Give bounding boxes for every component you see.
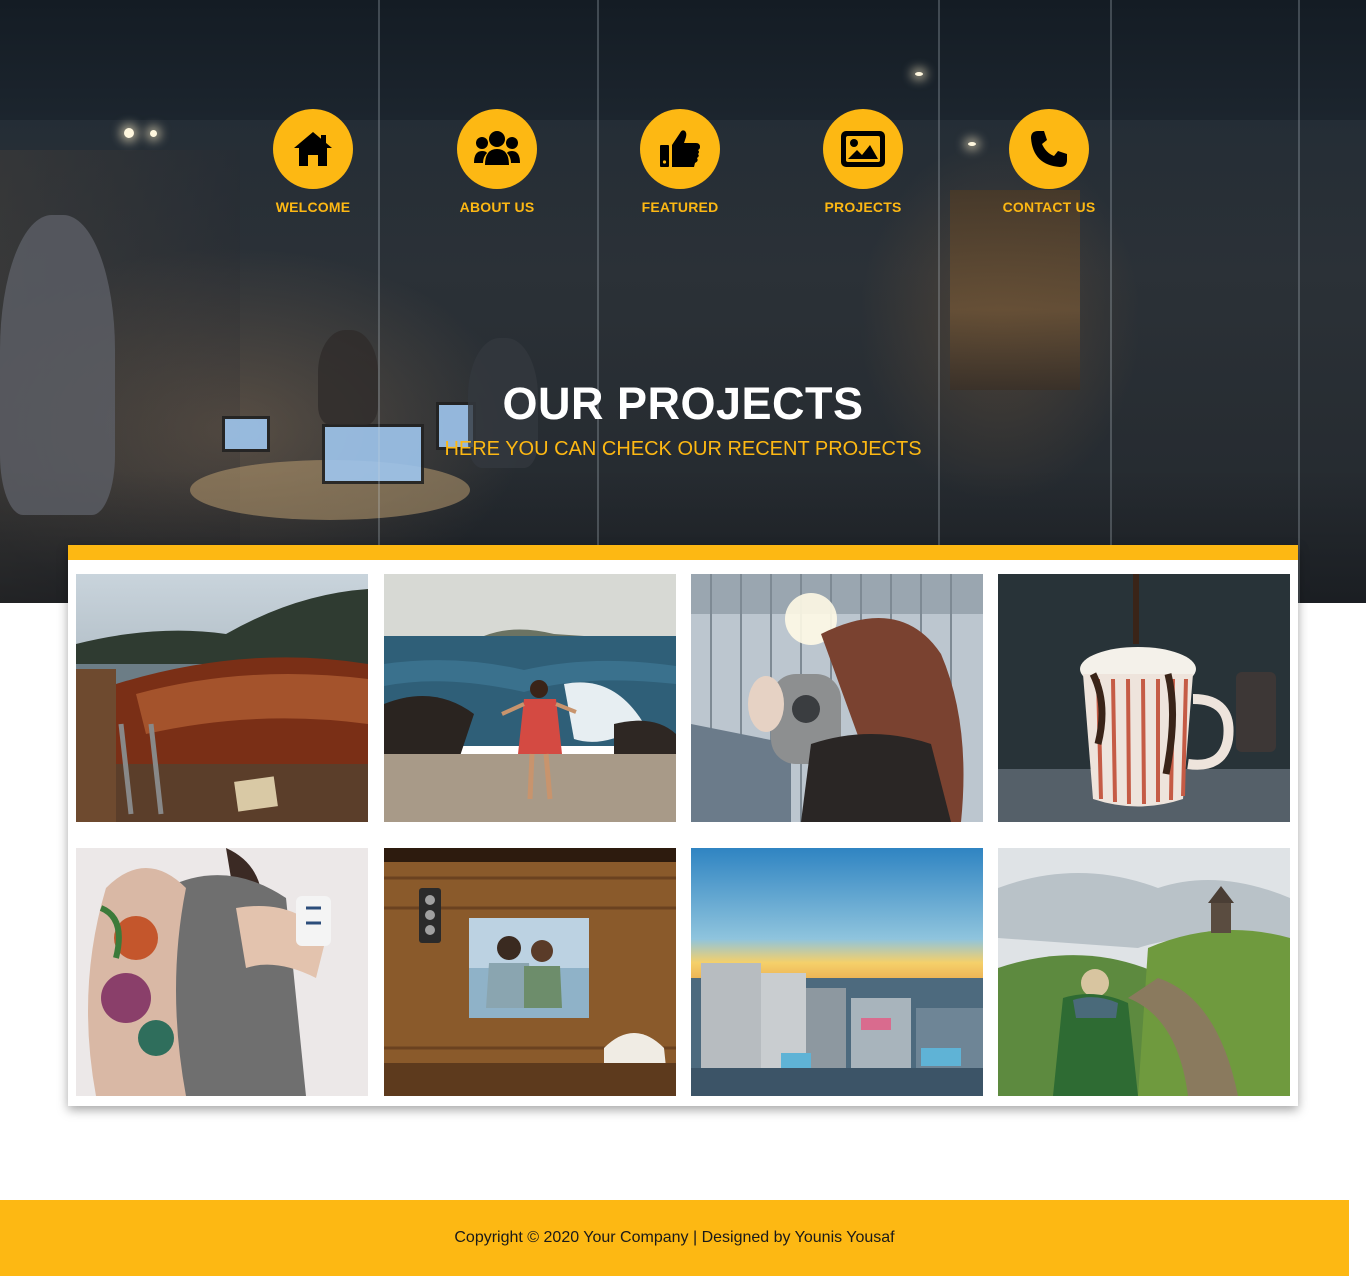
gallery-item-boat[interactable] <box>76 574 368 822</box>
image-icon <box>823 109 903 189</box>
hero-glass-pane <box>1298 0 1300 603</box>
gallery-item-hot-chocolate[interactable] <box>998 574 1290 822</box>
nav-label-welcome: WELCOME <box>275 199 351 215</box>
nav-item-featured[interactable]: FEATURED <box>610 109 750 215</box>
project-gallery <box>68 545 1298 1106</box>
nav-label-contact-us: CONTACT US <box>1002 199 1096 215</box>
hero-glass-pane <box>597 0 599 603</box>
nav-label-featured: FEATURED <box>641 199 719 215</box>
gallery-item-hiker[interactable] <box>998 848 1290 1096</box>
home-icon <box>273 109 353 189</box>
hero-ceiling-light <box>124 128 134 138</box>
nav-label-projects: PROJECTS <box>824 199 902 215</box>
nav-item-about-us[interactable]: ABOUT US <box>427 109 567 215</box>
hero-glass-pane <box>378 0 380 603</box>
hero-glass-pane <box>1110 0 1112 603</box>
thumbs-up-icon <box>640 109 720 189</box>
hero-ceiling <box>0 0 1366 120</box>
gallery-item-cabin-window[interactable] <box>384 848 676 1096</box>
nav-item-welcome[interactable]: WELCOME <box>243 109 383 215</box>
users-icon <box>457 109 537 189</box>
phone-icon <box>1009 109 1089 189</box>
hero-person <box>0 215 115 515</box>
page-subtitle: HERE YOU CAN CHECK OUR RECENT PROJECTS <box>444 438 922 460</box>
hero-corridor <box>950 190 1080 390</box>
gallery-item-tattoo[interactable] <box>76 848 368 1096</box>
hero-ceiling-light <box>968 142 976 146</box>
copyright-text: Copyright © 2020 Your Company | Designed… <box>454 1229 895 1246</box>
hero-glass-pane <box>938 0 940 603</box>
nav-label-about-us: ABOUT US <box>459 199 535 215</box>
nav-item-contact-us[interactable]: CONTACT US <box>979 109 1119 215</box>
hero-banner <box>0 0 1366 603</box>
footer: Copyright © 2020 Your Company | Designed… <box>0 1200 1349 1276</box>
gallery-item-city-skyline[interactable] <box>691 848 983 1096</box>
hero-ceiling-light <box>915 72 923 76</box>
gallery-item-binoculars[interactable] <box>691 574 983 822</box>
hero-ceiling-light <box>150 130 157 137</box>
page-title: OUR PROJECTS <box>502 378 864 429</box>
nav-item-projects[interactable]: PROJECTS <box>793 109 933 215</box>
gallery-item-beach[interactable] <box>384 574 676 822</box>
